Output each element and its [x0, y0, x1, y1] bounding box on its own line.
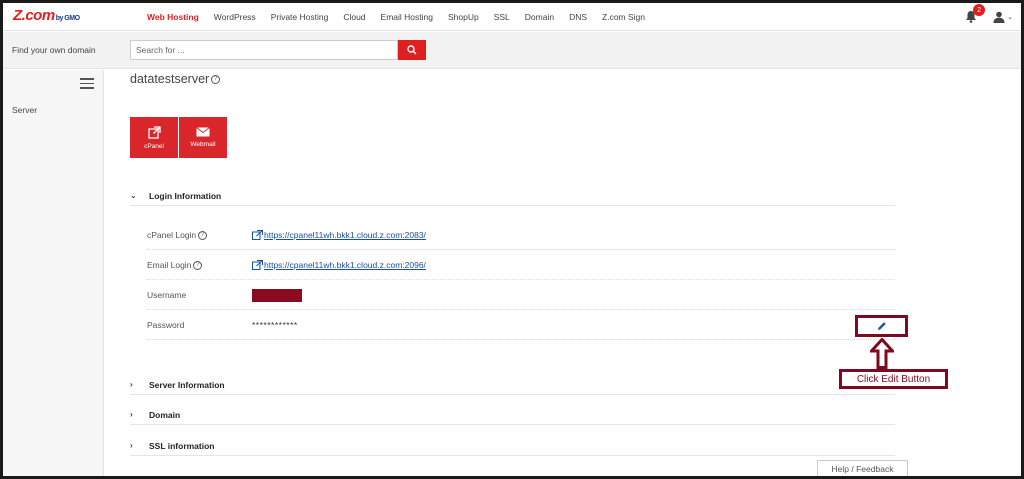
email-login-label: Email Login ? — [147, 260, 252, 270]
hamburger-menu-icon[interactable] — [80, 78, 94, 90]
nav-ssl[interactable]: SSL — [494, 12, 510, 22]
envelope-icon — [196, 127, 210, 137]
username-label: Username — [147, 290, 187, 300]
email-login-link[interactable]: https://cpanel11wh.bkk1.cloud.z.com:2096… — [264, 260, 426, 270]
nav-right: 2 ⌄ — [965, 3, 1013, 31]
page-title-text: datatestserver — [130, 72, 210, 86]
section-title: SSL information — [149, 440, 215, 451]
email-login-row: Email Login ? https://cpanel11wh.bkk1.cl… — [147, 251, 895, 280]
external-link-icon — [252, 230, 263, 240]
nav-zcom-sign[interactable]: Z.com Sign — [602, 12, 645, 22]
pencil-icon — [877, 322, 886, 330]
section-title: Domain — [149, 409, 181, 420]
user-icon — [993, 11, 1005, 23]
chevron-down-icon: ⌄ — [130, 191, 137, 200]
nav-email-hosting[interactable]: Email Hosting — [381, 12, 433, 22]
cpanel-login-row: cPanel Login ? https://cpanel11wh.bkk1.c… — [147, 221, 895, 250]
page-title: datatestserver ? — [130, 72, 221, 86]
sidebar-item-server[interactable]: Server — [12, 105, 37, 115]
nav-shopup[interactable]: ShopUp — [448, 12, 479, 22]
main-nav: Web Hosting WordPress Private Hosting Cl… — [147, 12, 660, 22]
username-row: Username — [147, 281, 895, 310]
search-button[interactable] — [398, 40, 426, 60]
search-label: Find your own domain — [12, 45, 96, 55]
cpanel-login-link[interactable]: https://cpanel11wh.bkk1.cloud.z.com:2083… — [264, 230, 426, 240]
webmail-button[interactable]: Webmail — [179, 117, 227, 158]
main-content: datatestserver ? cPanel Webmail ⌄ Login … — [105, 70, 1021, 478]
chevron-right-icon: › — [130, 410, 133, 419]
webmail-label: Webmail — [190, 141, 216, 148]
cpanel-button[interactable]: cPanel — [130, 117, 178, 158]
brand-logo[interactable]: Z.com by GMO — [13, 7, 113, 27]
top-navigation: Z.com by GMO Web Hosting WordPress Priva… — [3, 3, 1021, 31]
chevron-down-icon: ⌄ — [1007, 14, 1013, 21]
nav-web-hosting[interactable]: Web Hosting — [147, 12, 199, 22]
chevron-right-icon: › — [130, 441, 133, 450]
help-feedback-button[interactable]: Help / Feedback — [817, 460, 908, 478]
nav-wordpress[interactable]: WordPress — [214, 12, 256, 22]
cpanel-label: cPanel — [144, 142, 164, 150]
section-login-information[interactable]: ⌄ Login Information — [130, 186, 895, 206]
search-input[interactable] — [130, 40, 398, 60]
section-domain[interactable]: › Domain — [130, 405, 895, 425]
redacted-username — [252, 288, 302, 302]
brand-name: Z.com — [13, 6, 55, 24]
annotation-arrow-icon — [870, 338, 894, 369]
password-row: Password ************ — [147, 311, 895, 340]
nav-cloud[interactable]: Cloud — [343, 12, 365, 22]
chevron-right-icon: › — [130, 380, 133, 389]
email-login-label-text: Email Login — [147, 260, 192, 270]
notification-badge: 2 — [973, 4, 986, 16]
domain-search-bar: Find your own domain — [3, 32, 1021, 69]
nav-dns[interactable]: DNS — [569, 12, 587, 22]
quick-access-tiles: cPanel Webmail — [130, 117, 228, 158]
email-login-value: https://cpanel11wh.bkk1.cloud.z.com:2096… — [252, 260, 426, 270]
edit-password-button[interactable] — [855, 315, 908, 337]
password-label: Password — [147, 320, 185, 330]
section-title: Login Information — [149, 190, 222, 201]
brand-suffix: by GMO — [55, 14, 80, 22]
cpanel-login-label: cPanel Login ? — [147, 230, 252, 240]
notification-bell-icon[interactable]: 2 — [965, 4, 986, 24]
search-icon — [407, 45, 417, 55]
section-title: Server Information — [149, 379, 225, 390]
external-link-icon — [147, 125, 161, 139]
section-ssl-information[interactable]: › SSL information — [130, 436, 895, 456]
section-server-information[interactable]: › Server Information — [130, 375, 895, 395]
username-value — [252, 288, 302, 302]
nav-domain[interactable]: Domain — [525, 12, 554, 22]
help-question-icon[interactable]: ? — [193, 260, 203, 270]
cpanel-login-label-text: cPanel Login — [147, 230, 197, 240]
nav-private-hosting[interactable]: Private Hosting — [271, 12, 329, 22]
external-link-icon — [252, 260, 263, 270]
password-value: ************ — [252, 320, 298, 330]
help-question-icon[interactable]: ? — [198, 230, 208, 240]
sidebar: Server — [3, 70, 104, 476]
user-menu[interactable]: ⌄ — [993, 11, 1013, 23]
cpanel-login-value: https://cpanel11wh.bkk1.cloud.z.com:2083… — [252, 230, 426, 240]
help-question-icon[interactable]: ? — [211, 74, 221, 84]
